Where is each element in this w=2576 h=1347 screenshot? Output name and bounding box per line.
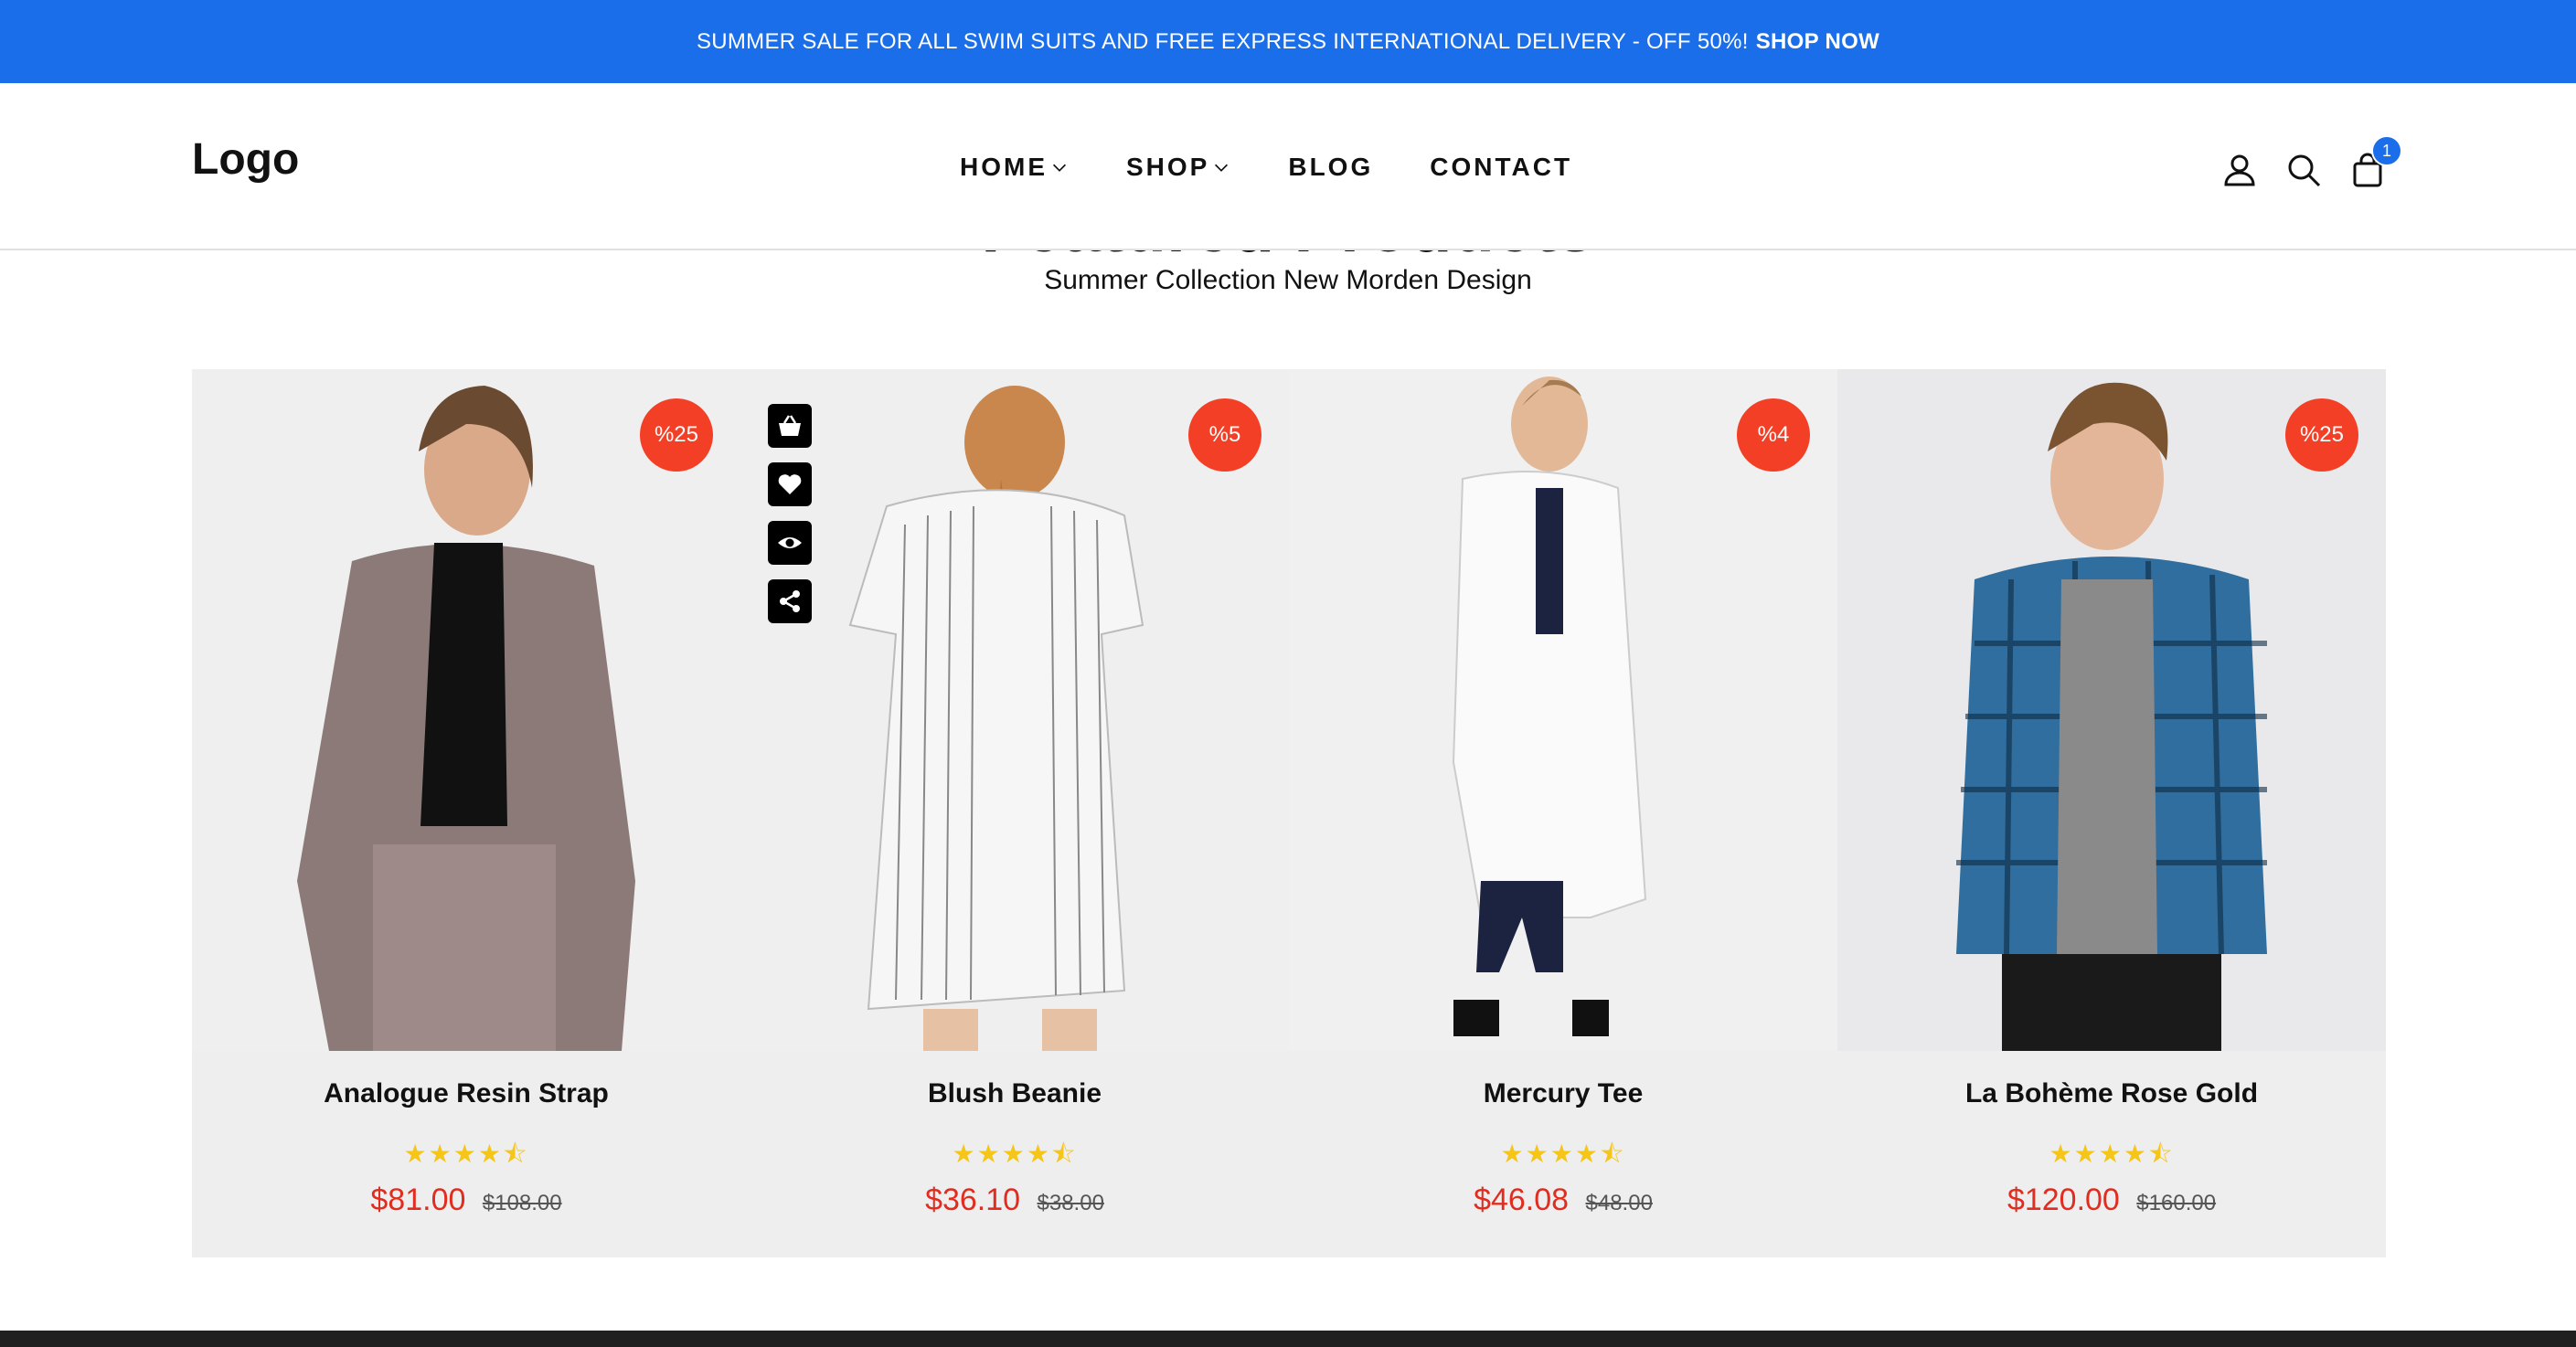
search-button[interactable] <box>2285 152 2322 188</box>
product-image[interactable] <box>192 369 740 1051</box>
price-row: $46.08 $48.00 <box>1289 1183 1837 1218</box>
nav-home-label: HOME <box>960 153 1048 181</box>
product-name[interactable]: Analogue Resin Strap <box>192 1078 740 1109</box>
wishlist-button[interactable] <box>768 462 812 506</box>
original-price: $48.00 <box>1585 1191 1653 1215</box>
product-image[interactable] <box>1837 369 2386 1051</box>
cart-count-badge: 1 <box>2371 135 2402 166</box>
logo[interactable]: Logo <box>192 134 299 185</box>
nav-home[interactable]: HOME <box>960 153 1070 182</box>
next-section-banner <box>0 1331 2576 1347</box>
discount-badge: %4 <box>1737 398 1810 472</box>
product-card[interactable]: %4 Mercury Tee ★★★★⯪ $46.08 $48.00 <box>1289 369 1837 1257</box>
cart-button[interactable]: 1 <box>2349 135 2402 188</box>
product-image[interactable] <box>740 369 1289 1051</box>
announcement-bar: SUMMER SALE FOR ALL SWIM SUITS AND FREE … <box>0 0 2576 83</box>
star-rating: ★★★★⯪ <box>1500 1140 1626 1168</box>
shop-now-link[interactable]: SHOP NOW <box>1756 29 1879 55</box>
product-image[interactable] <box>1289 369 1837 1051</box>
eye-icon <box>778 537 802 548</box>
product-card[interactable]: %25 Analogue Resin Strap ★★★★⯪ $81.00 $1… <box>192 369 740 1257</box>
price-row: $120.00 $160.00 <box>1837 1183 2386 1218</box>
sale-price: $46.08 <box>1474 1183 1570 1217</box>
sale-price: $120.00 <box>2007 1183 2120 1217</box>
heart-icon <box>778 474 802 494</box>
site-header: Logo HOME SHOP BLOG CONTACT 1 <box>0 83 2576 250</box>
product-card[interactable]: %25 La Bohème Rose Gold ★★★★⯪ $120.00 $1… <box>1837 369 2386 1257</box>
main-nav: HOME SHOP BLOG CONTACT <box>960 149 1629 186</box>
star-rating: ★★★★⯪ <box>403 1140 529 1168</box>
nav-blog[interactable]: BLOG <box>1288 153 1373 182</box>
account-button[interactable] <box>2221 152 2258 188</box>
discount-badge: %25 <box>2285 398 2358 472</box>
model-figure-image <box>1289 369 1837 1051</box>
product-card[interactable]: %5 Blush Beanie ★★★★⯪ $36.10 $38.00 <box>740 369 1289 1257</box>
original-price: $160.00 <box>2136 1191 2217 1215</box>
price-row: $81.00 $108.00 <box>192 1183 740 1218</box>
quick-view-button[interactable] <box>768 521 812 565</box>
product-grid: %25 Analogue Resin Strap ★★★★⯪ $81.00 $1… <box>192 369 2386 1257</box>
model-figure-image <box>740 369 1289 1051</box>
share-button[interactable] <box>768 579 812 623</box>
announcement-text: SUMMER SALE FOR ALL SWIM SUITS AND FREE … <box>696 28 1749 54</box>
nav-blog-label: BLOG <box>1288 153 1374 181</box>
nav-shop[interactable]: SHOP <box>1126 153 1231 182</box>
header-icons: 1 <box>2221 135 2413 193</box>
product-name[interactable]: Blush Beanie <box>740 1078 1289 1109</box>
star-rating: ★★★★⯪ <box>952 1140 1078 1168</box>
sale-price: $36.10 <box>925 1183 1021 1217</box>
discount-badge: %5 <box>1188 398 1261 472</box>
add-to-cart-button[interactable] <box>768 404 812 448</box>
star-rating: ★★★★⯪ <box>2049 1140 2175 1168</box>
user-icon <box>2224 154 2255 186</box>
model-figure-image <box>1837 369 2386 1051</box>
nav-shop-label: SHOP <box>1126 153 1210 181</box>
chevron-down-icon <box>1215 164 1229 172</box>
section-subtitle: Summer Collection New Morden Design <box>1044 265 1532 295</box>
model-figure-image <box>192 369 740 1051</box>
share-icon <box>780 590 800 612</box>
search-icon <box>2288 154 2321 187</box>
nav-contact[interactable]: CONTACT <box>1430 153 1572 182</box>
basket-icon <box>779 415 801 436</box>
original-price: $108.00 <box>482 1191 562 1215</box>
quick-actions <box>768 404 812 638</box>
discount-badge: %25 <box>640 398 713 472</box>
price-row: $36.10 $38.00 <box>740 1183 1289 1218</box>
nav-contact-label: CONTACT <box>1430 153 1573 181</box>
sale-price: $81.00 <box>370 1183 466 1217</box>
original-price: $38.00 <box>1037 1191 1104 1215</box>
chevron-down-icon <box>1052 164 1067 172</box>
product-name[interactable]: Mercury Tee <box>1289 1078 1837 1109</box>
product-name[interactable]: La Bohème Rose Gold <box>1837 1078 2386 1109</box>
